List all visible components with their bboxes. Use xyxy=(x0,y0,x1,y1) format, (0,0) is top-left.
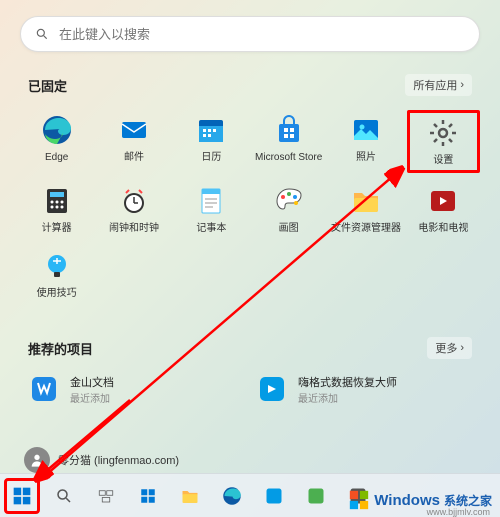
rec-subtitle: 最近添加 xyxy=(70,390,114,405)
app-label: 文件资源管理器 xyxy=(331,223,401,234)
windows-logo-icon xyxy=(348,489,370,511)
watermark-url: www.bjjmlv.com xyxy=(427,507,490,517)
taskbar-explorer[interactable] xyxy=(172,478,208,514)
clock-icon xyxy=(118,185,150,217)
search-input[interactable] xyxy=(59,27,465,42)
calendar-icon xyxy=(195,114,227,146)
app-paint[interactable]: 画图 xyxy=(252,181,325,238)
watermark-sub: 系统之家 xyxy=(444,492,492,509)
rec-title: 嗨格式数据恢复大师 xyxy=(298,374,397,390)
folder-icon xyxy=(350,185,382,217)
more-label: 更多 xyxy=(435,340,457,356)
all-apps-label: 所有应用 xyxy=(413,77,457,93)
recovery-icon xyxy=(256,373,288,405)
app-notepad[interactable]: 记事本 xyxy=(175,181,248,238)
app-icon xyxy=(306,486,326,506)
widgets-icon xyxy=(139,487,157,505)
recommended-title: 推荐的项目 xyxy=(28,339,93,358)
app-photos[interactable]: 照片 xyxy=(329,110,402,173)
recommended-item[interactable]: 金山文档 最近添加 xyxy=(28,373,244,405)
store-icon xyxy=(273,114,305,146)
app-store[interactable]: Microsoft Store xyxy=(252,110,325,173)
app-label: 电影和电视 xyxy=(418,223,468,234)
photos-icon xyxy=(350,114,382,146)
app-explorer[interactable]: 文件资源管理器 xyxy=(329,181,402,238)
search-icon xyxy=(55,487,73,505)
user-name-label: 零分猫 (lingfenmao.com) xyxy=(58,452,179,468)
recommended-item[interactable]: 嗨格式数据恢复大师 最近添加 xyxy=(256,373,472,405)
app-label: 日历 xyxy=(201,152,221,163)
app-movies[interactable]: 电影和电视 xyxy=(407,181,480,238)
app-label: 使用技巧 xyxy=(37,288,77,299)
taskbar-edge[interactable] xyxy=(214,478,250,514)
watermark-brand: Windows xyxy=(374,492,440,509)
app-mail[interactable]: 邮件 xyxy=(97,110,170,173)
chevron-right-icon: › xyxy=(460,342,464,354)
tips-icon xyxy=(41,250,73,282)
app-label: 邮件 xyxy=(124,152,144,163)
user-account[interactable]: 零分猫 (lingfenmao.com) xyxy=(24,447,179,473)
pinned-title: 已固定 xyxy=(28,76,67,95)
taskbar-app1[interactable] xyxy=(256,478,292,514)
app-label: Edge xyxy=(45,152,68,163)
paint-icon xyxy=(273,185,305,217)
app-label: 记事本 xyxy=(196,223,226,234)
windows-icon xyxy=(12,486,32,506)
more-button[interactable]: 更多 › xyxy=(427,337,472,359)
rec-subtitle: 最近添加 xyxy=(298,390,397,405)
user-avatar-icon xyxy=(24,447,50,473)
gear-icon xyxy=(427,117,459,149)
search-bar[interactable] xyxy=(20,16,480,52)
app-label: 计算器 xyxy=(42,223,72,234)
app-label: 画图 xyxy=(279,223,299,234)
folder-icon xyxy=(180,486,200,506)
taskbar-widgets[interactable] xyxy=(130,478,166,514)
chevron-right-icon: › xyxy=(460,79,464,91)
taskview-icon xyxy=(97,487,115,505)
movies-icon xyxy=(427,185,459,217)
app-icon xyxy=(264,486,284,506)
taskbar-search[interactable] xyxy=(46,478,82,514)
mail-icon xyxy=(118,114,150,146)
app-clock[interactable]: 闹钟和时钟 xyxy=(97,181,170,238)
app-calendar[interactable]: 日历 xyxy=(175,110,248,173)
calculator-icon xyxy=(41,185,73,217)
taskbar-taskview[interactable] xyxy=(88,478,124,514)
search-icon xyxy=(35,27,49,41)
notepad-icon xyxy=(195,185,227,217)
edge-icon xyxy=(41,114,73,146)
app-label: Microsoft Store xyxy=(255,152,322,163)
start-button[interactable] xyxy=(4,478,40,514)
app-tips[interactable]: 使用技巧 xyxy=(20,246,93,303)
rec-title: 金山文档 xyxy=(70,374,114,390)
app-edge[interactable]: Edge xyxy=(20,110,93,173)
app-label: 照片 xyxy=(356,152,376,163)
app-calculator[interactable]: 计算器 xyxy=(20,181,93,238)
app-settings[interactable]: 设置 xyxy=(407,110,480,173)
all-apps-button[interactable]: 所有应用 › xyxy=(405,74,472,96)
app-label: 闹钟和时钟 xyxy=(109,223,159,234)
app-label: 设置 xyxy=(433,155,453,166)
wps-doc-icon xyxy=(28,373,60,405)
edge-icon xyxy=(222,486,242,506)
taskbar-app2[interactable] xyxy=(298,478,334,514)
